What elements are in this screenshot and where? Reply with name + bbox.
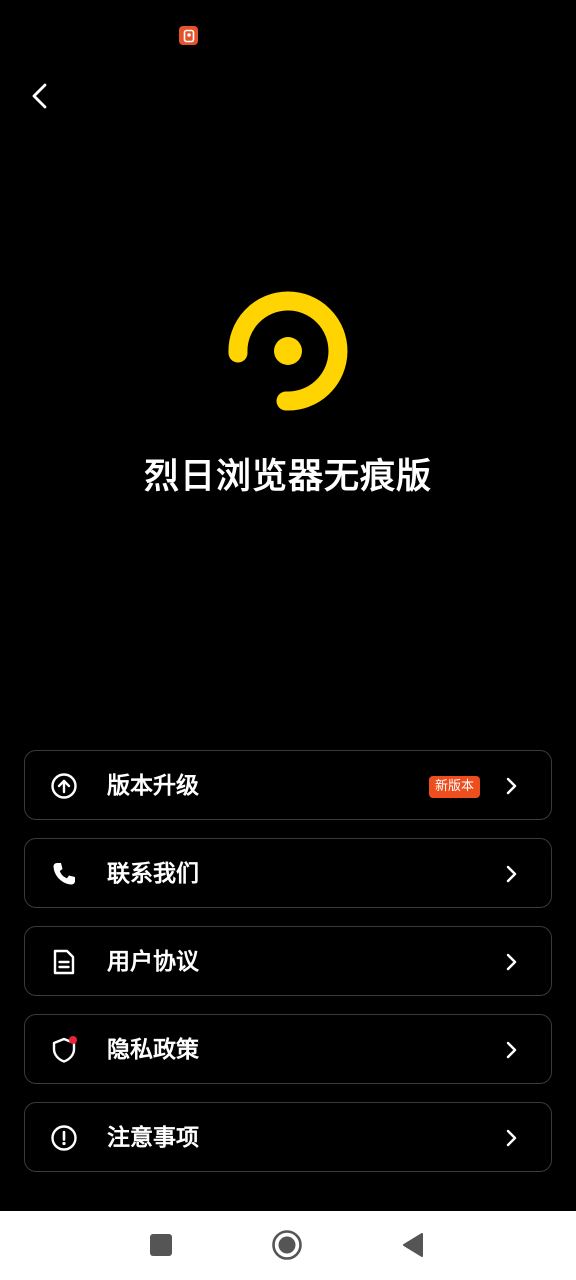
menu-item-privacy-policy[interactable]: 隐私政策: [24, 1014, 552, 1084]
back-button[interactable]: [20, 76, 60, 116]
menu-item-label: 注意事项: [107, 1125, 199, 1151]
home-button[interactable]: [270, 1228, 304, 1262]
settings-menu: 版本升级 新版本 联系我们 用户协议 隐私政策 注意事项: [24, 750, 552, 1190]
document-icon: [53, 949, 75, 975]
triangle-back-icon: [403, 1233, 423, 1257]
status-bar: [0, 0, 576, 60]
arrow-up-circle-icon: [51, 773, 77, 799]
menu-item-upgrade[interactable]: 版本升级 新版本: [24, 750, 552, 820]
exclamation-circle-icon: [51, 1125, 77, 1151]
shield-icon: [52, 1036, 77, 1063]
chevron-right-icon: [506, 865, 517, 883]
menu-item-label: 联系我们: [107, 861, 199, 887]
phone-icon: [53, 863, 75, 885]
app-logo: [222, 285, 354, 417]
system-navigation-bar: [0, 1211, 576, 1280]
recent-apps-button[interactable]: [144, 1228, 178, 1262]
app-notification-icon: [179, 26, 198, 45]
chevron-right-icon: [506, 953, 517, 971]
menu-item-user-agreement[interactable]: 用户协议: [24, 926, 552, 996]
menu-item-label: 隐私政策: [107, 1037, 199, 1063]
new-version-badge: 新版本: [428, 776, 480, 798]
menu-item-contact[interactable]: 联系我们: [24, 838, 552, 908]
notification-dot: [69, 1036, 77, 1044]
square-icon: [150, 1234, 172, 1256]
back-nav-button[interactable]: [396, 1228, 430, 1262]
menu-item-label: 用户协议: [107, 949, 199, 975]
chevron-right-icon: [506, 1129, 517, 1147]
menu-item-notes[interactable]: 注意事项: [24, 1102, 552, 1172]
chevron-right-icon: [506, 777, 517, 795]
chevron-left-icon: [32, 83, 47, 109]
menu-item-label: 版本升级: [107, 773, 199, 799]
chevron-right-icon: [506, 1041, 517, 1059]
app-title: 烈日浏览器无痕版: [143, 457, 432, 497]
circle-home-icon: [272, 1230, 302, 1260]
